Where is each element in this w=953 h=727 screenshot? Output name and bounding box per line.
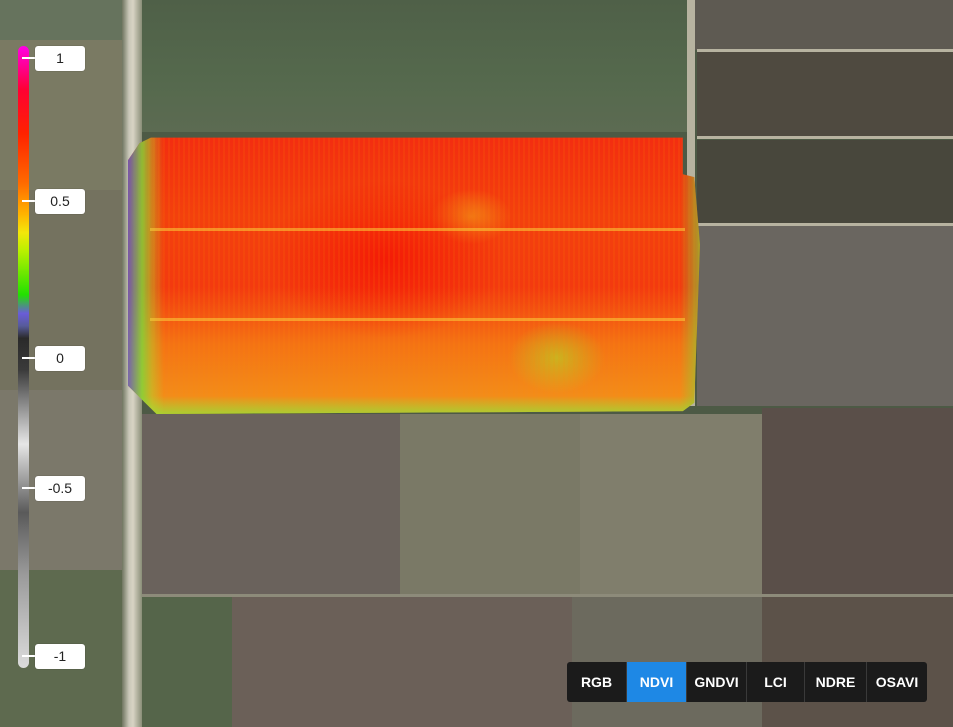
- field-tile: [0, 0, 122, 40]
- field-tile: [142, 0, 687, 132]
- gndvi-button[interactable]: GNDVI: [687, 662, 747, 702]
- legend-tick: [22, 357, 36, 359]
- field-tile: [572, 594, 762, 727]
- ndvi-button[interactable]: NDVI: [627, 662, 687, 702]
- field-tile: [142, 414, 400, 594]
- field-tile: [400, 414, 580, 594]
- ndre-button[interactable]: NDRE: [805, 662, 867, 702]
- legend-label-max: 1: [35, 46, 85, 71]
- field-tile: [232, 594, 572, 727]
- field-tile: [687, 0, 953, 50]
- ndvi-overlay: [128, 137, 700, 414]
- legend-label-zero: 0: [35, 346, 85, 371]
- legend-label-half: 0.5: [35, 189, 85, 214]
- legend-label-min: -1: [35, 644, 85, 669]
- legend-tick: [22, 57, 36, 59]
- road: [697, 136, 953, 139]
- field-tile: [697, 52, 953, 136]
- rgb-button[interactable]: RGB: [567, 662, 627, 702]
- field-tile: [762, 408, 953, 594]
- road: [142, 594, 953, 597]
- field-tile: [697, 140, 953, 224]
- field-tile: [580, 414, 762, 594]
- road: [697, 223, 953, 226]
- field-band-divider: [150, 318, 685, 321]
- field-tile: [762, 594, 953, 727]
- field-tile: [697, 226, 953, 406]
- satellite-map[interactable]: [0, 0, 953, 727]
- field-band-divider: [150, 228, 685, 231]
- lci-button[interactable]: LCI: [747, 662, 805, 702]
- osavi-button[interactable]: OSAVI: [867, 662, 927, 702]
- legend-tick: [22, 200, 36, 202]
- legend-label-neg-half: -0.5: [35, 476, 85, 501]
- legend-tick: [22, 487, 36, 489]
- road: [697, 49, 953, 52]
- index-selector: RGB NDVI GNDVI LCI NDRE OSAVI: [567, 662, 927, 702]
- field-tile: [142, 594, 232, 727]
- legend-tick: [22, 655, 36, 657]
